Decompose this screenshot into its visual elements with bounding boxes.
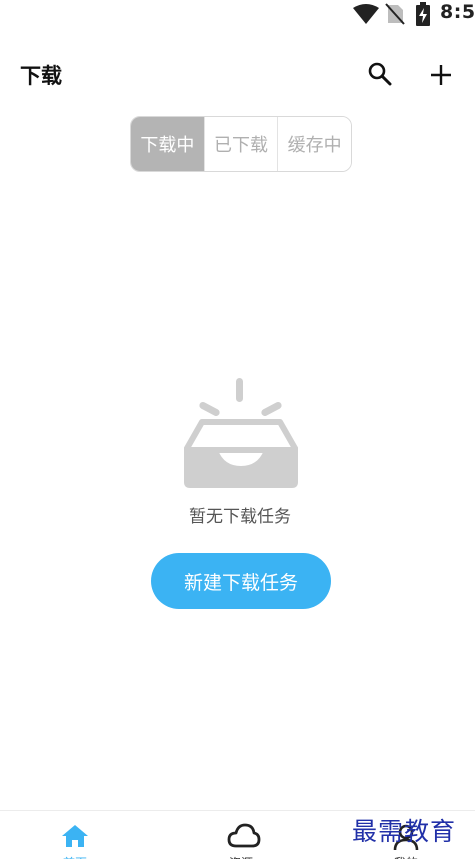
nav-label-home: 首页 bbox=[15, 854, 135, 859]
empty-inbox-icon bbox=[183, 378, 299, 488]
wifi-icon bbox=[353, 4, 379, 28]
tab-downloaded[interactable]: 已下载 bbox=[203, 117, 278, 171]
nav-label-me: 我的 bbox=[346, 854, 466, 859]
app-screen: 8:55 下载 下载中 已下载 缓存中 bbox=[0, 0, 475, 859]
status-bar: 8:55 bbox=[0, 0, 475, 28]
page-title: 下载 bbox=[20, 64, 62, 88]
no-sim-icon bbox=[385, 3, 405, 29]
plus-icon bbox=[431, 65, 451, 85]
nav-item-cloud[interactable]: 资源 bbox=[181, 811, 301, 859]
tab-downloading[interactable]: 下载中 bbox=[131, 117, 204, 171]
nav-item-home[interactable]: 首页 bbox=[15, 811, 135, 859]
cloud-icon bbox=[227, 823, 261, 853]
home-icon bbox=[61, 823, 89, 853]
battery-charging-icon bbox=[415, 2, 431, 30]
download-tabs: 下载中 已下载 缓存中 bbox=[130, 116, 352, 172]
tab-caching[interactable]: 缓存中 bbox=[277, 117, 351, 171]
search-button[interactable] bbox=[366, 60, 394, 88]
search-icon bbox=[368, 62, 392, 86]
watermark-text: 最需教育 bbox=[352, 817, 457, 846]
nav-label-cloud: 资源 bbox=[181, 854, 301, 859]
status-time: 8:55 bbox=[440, 1, 475, 23]
app-header: 下载 bbox=[0, 52, 475, 96]
empty-message: 暂无下载任务 bbox=[189, 507, 291, 527]
add-button[interactable] bbox=[428, 60, 454, 88]
new-download-task-button[interactable]: 新建下载任务 bbox=[151, 553, 331, 609]
